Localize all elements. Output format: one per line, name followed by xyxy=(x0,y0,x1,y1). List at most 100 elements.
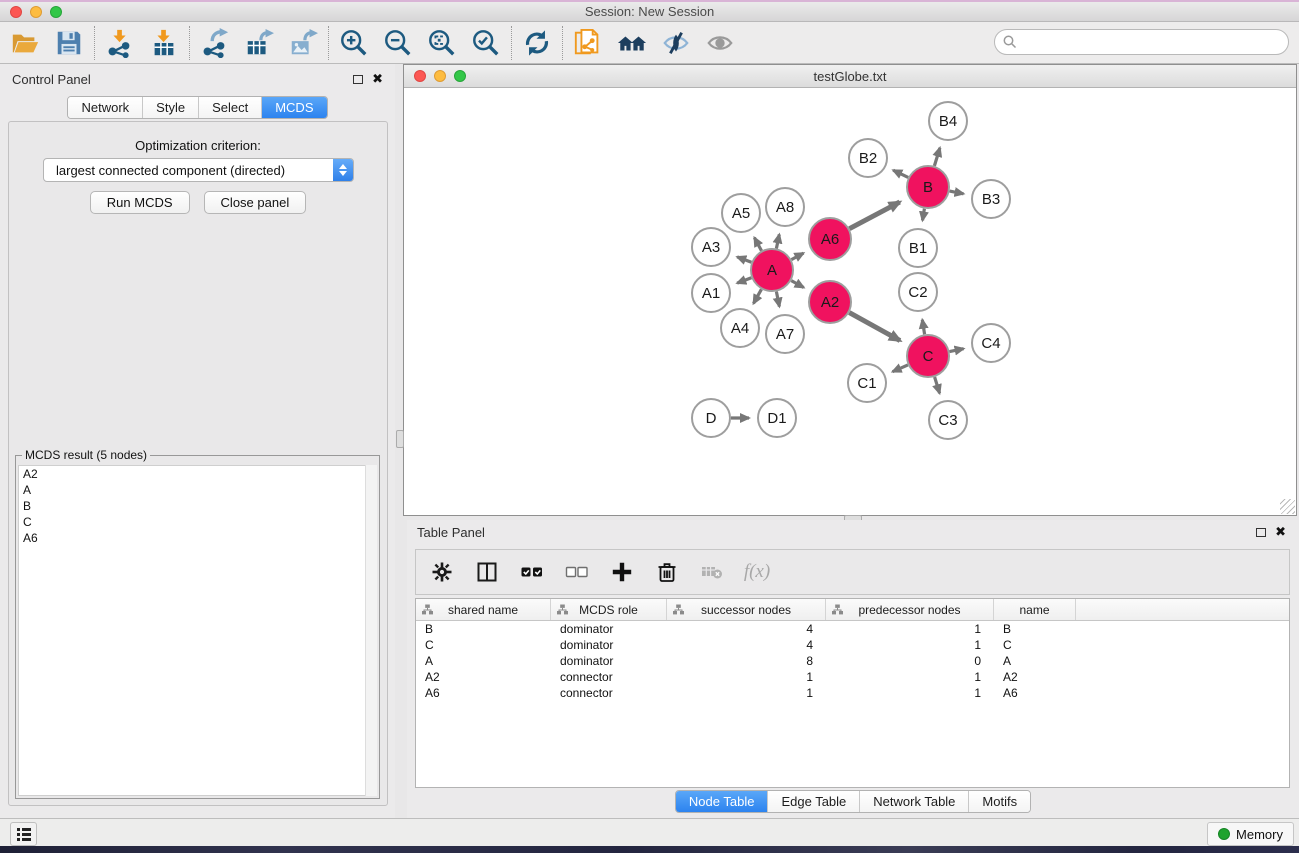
open-file-icon[interactable] xyxy=(9,27,41,59)
home-icon[interactable] xyxy=(616,27,648,59)
graph-node-A1[interactable]: A1 xyxy=(692,274,730,312)
vertical-splitter-handle[interactable] xyxy=(396,430,404,448)
tab-node-table[interactable]: Node Table xyxy=(676,791,769,812)
minimize-window-button[interactable] xyxy=(30,6,42,18)
add-column-icon[interactable] xyxy=(608,558,636,586)
tab-motifs[interactable]: Motifs xyxy=(969,791,1030,812)
edge-C-C4[interactable] xyxy=(950,349,964,352)
search-input[interactable] xyxy=(994,29,1289,55)
edge-A-A2[interactable] xyxy=(791,281,803,288)
import-network-icon[interactable] xyxy=(104,27,136,59)
task-history-button[interactable] xyxy=(10,822,37,846)
tab-style[interactable]: Style xyxy=(143,97,199,118)
table-row[interactable]: Bdominator41B xyxy=(416,621,1289,637)
graph-node-C[interactable]: C xyxy=(907,335,949,377)
edge-A-A6[interactable] xyxy=(791,253,803,260)
column-header-MCDS-role[interactable]: MCDS role xyxy=(551,599,667,620)
graph-node-B4[interactable]: B4 xyxy=(929,102,967,140)
network-close-button[interactable] xyxy=(414,70,426,82)
edge-A-A1[interactable] xyxy=(737,278,751,283)
graph-node-B3[interactable]: B3 xyxy=(972,180,1010,218)
maximize-window-button[interactable] xyxy=(50,6,62,18)
refresh-icon[interactable] xyxy=(521,27,553,59)
graph-node-C1[interactable]: C1 xyxy=(848,364,886,402)
close-panel-button[interactable]: Close panel xyxy=(204,191,307,214)
show-panel-icon[interactable] xyxy=(704,27,736,59)
edge-A-A4[interactable] xyxy=(754,289,762,303)
edge-C-C1[interactable] xyxy=(893,365,908,372)
graph-node-A[interactable]: A xyxy=(751,249,793,291)
table-row[interactable]: Cdominator41C xyxy=(416,637,1289,653)
hide-panel-icon[interactable] xyxy=(660,27,692,59)
result-item[interactable]: A6 xyxy=(19,530,376,546)
result-list-scrollbar[interactable] xyxy=(365,465,377,796)
window-resize-grip[interactable] xyxy=(1280,499,1295,514)
table-row[interactable]: A2connector11A2 xyxy=(416,669,1289,685)
edge-B-B3[interactable] xyxy=(950,191,964,194)
graph-node-A5[interactable]: A5 xyxy=(722,194,760,232)
table-float-icon[interactable] xyxy=(1256,528,1266,537)
zoom-out-icon[interactable] xyxy=(382,27,414,59)
export-network-icon[interactable] xyxy=(199,27,231,59)
graph-node-D1[interactable]: D1 xyxy=(758,399,796,437)
edge-A6-B[interactable] xyxy=(849,202,899,229)
select-all-icon[interactable] xyxy=(518,558,546,586)
network-minimize-button[interactable] xyxy=(434,70,446,82)
graph-node-A6[interactable]: A6 xyxy=(809,218,851,260)
table-close-icon[interactable]: ✖ xyxy=(1275,524,1286,540)
tab-network[interactable]: Network xyxy=(68,97,143,118)
column-header-successor-nodes[interactable]: successor nodes xyxy=(667,599,826,620)
deselect-all-icon[interactable] xyxy=(563,558,591,586)
zoom-fit-icon[interactable] xyxy=(426,27,458,59)
result-item[interactable]: B xyxy=(19,498,376,514)
edge-C-C2[interactable] xyxy=(922,320,924,335)
graph-node-A8[interactable]: A8 xyxy=(766,188,804,226)
graph-node-C4[interactable]: C4 xyxy=(972,324,1010,362)
criterion-dropdown[interactable]: largest connected component (directed) xyxy=(43,158,354,182)
edge-A2-C[interactable] xyxy=(849,313,900,341)
graph-node-C3[interactable]: C3 xyxy=(929,401,967,439)
close-window-button[interactable] xyxy=(10,6,22,18)
table-row[interactable]: Adominator80A xyxy=(416,653,1289,669)
column-settings-icon[interactable] xyxy=(428,558,456,586)
edge-B-B4[interactable] xyxy=(934,148,940,166)
result-item[interactable]: A xyxy=(19,482,376,498)
tab-mcds[interactable]: MCDS xyxy=(262,97,326,118)
column-header-predecessor-nodes[interactable]: predecessor nodes xyxy=(826,599,994,620)
graph-node-C2[interactable]: C2 xyxy=(899,273,937,311)
result-item[interactable]: A2 xyxy=(19,466,376,482)
import-table-icon[interactable] xyxy=(148,27,180,59)
tab-edge-table[interactable]: Edge Table xyxy=(768,791,860,812)
edge-C-C3[interactable] xyxy=(935,377,940,393)
network-canvas[interactable]: A A1 A2 A3 A4 A5 A6 A7 A8 B B1 B2 B3 B4 C C1 C2 C3 C4 D D1 xyxy=(404,88,1296,515)
graph-node-B[interactable]: B xyxy=(907,166,949,208)
edge-A-A8[interactable] xyxy=(776,234,779,248)
zoom-in-icon[interactable] xyxy=(338,27,370,59)
edge-B-B2[interactable] xyxy=(893,170,908,177)
column-header-name[interactable]: name xyxy=(994,599,1076,620)
memory-button[interactable]: Memory xyxy=(1207,822,1294,846)
graph-node-A4[interactable]: A4 xyxy=(721,309,759,347)
edge-A-A5[interactable] xyxy=(754,238,761,251)
column-header-shared-name[interactable]: shared name xyxy=(416,599,551,620)
graph-node-A2[interactable]: A2 xyxy=(809,281,851,323)
export-image-icon[interactable] xyxy=(287,27,319,59)
float-panel-icon[interactable] xyxy=(353,75,363,84)
result-item[interactable]: C xyxy=(19,514,376,530)
zoom-selected-icon[interactable] xyxy=(470,27,502,59)
mcds-result-list[interactable]: A2ABCA6 xyxy=(18,465,377,796)
edge-A-A3[interactable] xyxy=(737,257,751,262)
graph-node-D[interactable]: D xyxy=(692,399,730,437)
tab-network-table[interactable]: Network Table xyxy=(860,791,969,812)
edge-A-A7[interactable] xyxy=(776,292,779,307)
graph-node-B2[interactable]: B2 xyxy=(849,139,887,177)
graph-node-A3[interactable]: A3 xyxy=(692,228,730,266)
delete-column-icon[interactable] xyxy=(653,558,681,586)
save-session-icon[interactable] xyxy=(53,27,85,59)
graph-node-A7[interactable]: A7 xyxy=(766,315,804,353)
export-table-icon[interactable] xyxy=(243,27,275,59)
graph-node-B1[interactable]: B1 xyxy=(899,229,937,267)
table-row[interactable]: A6connector11A6 xyxy=(416,685,1289,701)
edge-B-B1[interactable] xyxy=(923,209,925,221)
run-mcds-button[interactable]: Run MCDS xyxy=(90,191,190,214)
